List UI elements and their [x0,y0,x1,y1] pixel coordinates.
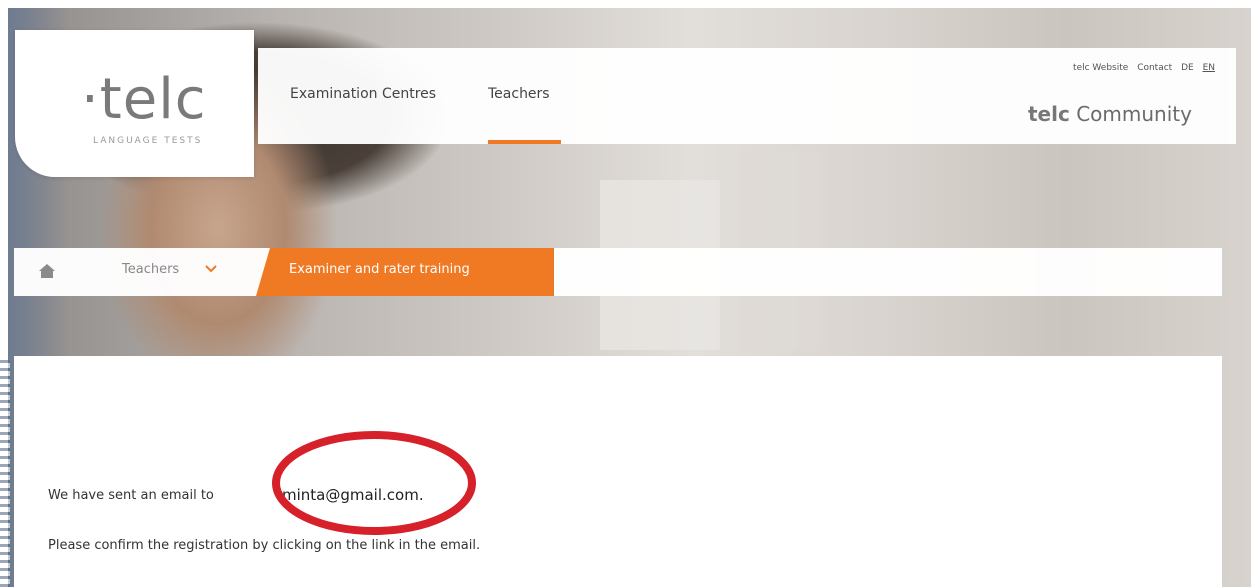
confirm-message: Please confirm the registration by click… [48,538,481,553]
nav-active-indicator [488,140,561,144]
breadcrumb-active-label: Examiner and rater training [289,262,470,277]
logo-mark: ·telc [81,67,207,132]
community-brand: telc [1028,102,1070,126]
community-title[interactable]: telc Community [1028,102,1192,126]
home-icon[interactable] [38,262,56,280]
breadcrumb [14,248,1222,296]
chevron-down-icon[interactable] [203,262,219,276]
annotation-circle [272,431,476,535]
contact-link[interactable]: Contact [1137,63,1172,73]
sent-email-message: We have sent an email to [48,488,214,503]
logo-subtitle: LANGUAGE TESTS [93,136,203,146]
telc-website-link[interactable]: telc Website [1073,63,1128,73]
lang-en-link[interactable]: EN [1203,63,1215,73]
nav-teachers[interactable]: Teachers [488,86,550,102]
breadcrumb-teachers[interactable]: Teachers [122,262,179,277]
utility-links: telc Website Contact DE EN [1067,63,1215,73]
community-label: Community [1076,102,1192,126]
logo[interactable]: ·telc LANGUAGE TESTS [15,30,254,177]
nav-examination-centres[interactable]: Examination Centres [290,86,436,102]
lang-de-link[interactable]: DE [1181,63,1194,73]
edge-decoration [0,360,10,587]
